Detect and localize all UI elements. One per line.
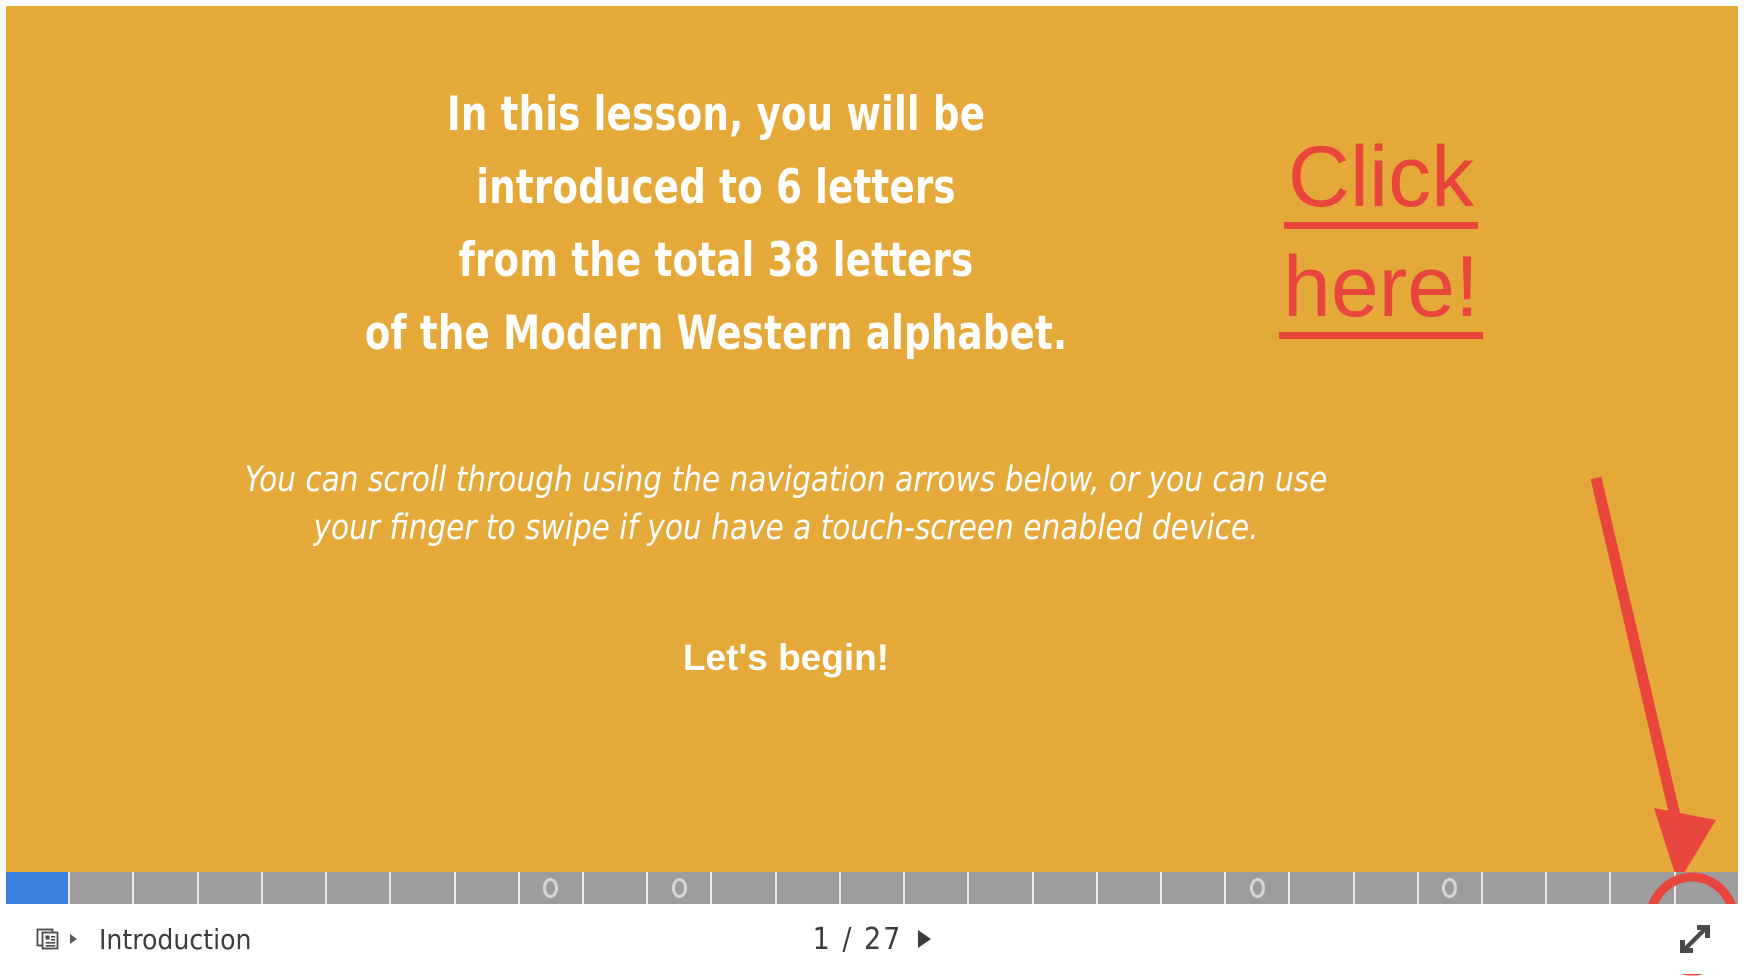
- progress-segment-27[interactable]: [1676, 872, 1738, 904]
- page-counter: 1 / 27: [812, 921, 903, 957]
- page-frame-right: [1738, 0, 1744, 980]
- annotation-line-click: Click: [1283, 134, 1479, 229]
- viewer-toolbar: Introduction 1 / 27: [6, 904, 1738, 974]
- headline-line-4: of the Modern Western alphabet.: [364, 306, 1068, 361]
- progress-segment-4[interactable]: [199, 872, 263, 904]
- progress-marker-circle-icon: [671, 878, 687, 898]
- slide-headline: In this lesson, you will be introduced t…: [250, 78, 1183, 370]
- page-frame-top: [0, 0, 1744, 6]
- progress-segment-19[interactable]: [1162, 872, 1227, 904]
- headline-line-1: In this lesson, you will be: [446, 87, 986, 142]
- progress-segment-12[interactable]: [712, 872, 777, 904]
- slide-progress-bar[interactable]: [6, 872, 1738, 904]
- progress-segment-23[interactable]: [1419, 872, 1484, 904]
- progress-segment-2[interactable]: [70, 872, 135, 904]
- progress-segment-9[interactable]: [520, 872, 584, 904]
- annotation-line-here: here!: [1278, 244, 1484, 339]
- click-here-row-1: Click: [1231, 134, 1531, 246]
- progress-segment-15[interactable]: [905, 872, 970, 904]
- progress-segment-1[interactable]: [6, 872, 71, 904]
- progress-segment-18[interactable]: [1098, 872, 1162, 904]
- slide-canvas[interactable]: In this lesson, you will be introduced t…: [6, 6, 1738, 872]
- progress-segment-8[interactable]: [456, 872, 520, 904]
- next-slide-button[interactable]: [918, 930, 932, 948]
- toolbar-right-group: [1672, 916, 1718, 962]
- slide-cta-text: Let's begin!: [682, 637, 890, 678]
- toolbar-center-group: 1 / 27: [6, 922, 1738, 957]
- progress-segment-16[interactable]: [969, 872, 1034, 904]
- progress-segment-21[interactable]: [1290, 872, 1355, 904]
- red-pointer-arrow-icon: [1590, 476, 1716, 872]
- progress-segment-26[interactable]: [1611, 872, 1676, 904]
- fullscreen-expand-icon[interactable]: [1672, 916, 1718, 962]
- progress-segment-7[interactable]: [391, 872, 456, 904]
- progress-segment-13[interactable]: [777, 872, 841, 904]
- click-here-row-2: here!: [1231, 244, 1531, 356]
- progress-segment-25[interactable]: [1547, 872, 1612, 904]
- presentation-viewer: In this lesson, you will be introduced t…: [0, 0, 1744, 980]
- progress-marker-circle-icon: [543, 878, 559, 898]
- progress-segment-3[interactable]: [134, 872, 199, 904]
- progress-segment-24[interactable]: [1483, 872, 1548, 904]
- progress-segment-22[interactable]: [1355, 872, 1419, 904]
- progress-segment-11[interactable]: [648, 872, 713, 904]
- headline-line-3: from the total 38 letters: [458, 233, 974, 288]
- progress-segment-10[interactable]: [584, 872, 649, 904]
- progress-segment-6[interactable]: [327, 872, 392, 904]
- slide-instructions: You can scroll through using the navigat…: [156, 456, 1416, 552]
- page-frame-left: [0, 0, 6, 980]
- progress-marker-circle-icon: [1249, 878, 1265, 898]
- progress-segment-5[interactable]: [263, 872, 328, 904]
- click-here-annotation: Click here!: [1231, 134, 1531, 356]
- progress-marker-circle-icon: [1442, 878, 1458, 898]
- progress-segment-20[interactable]: [1226, 872, 1291, 904]
- instructions-line-1: You can scroll through using the navigat…: [244, 460, 1328, 500]
- instructions-line-2: your finger to swipe if you have a touch…: [313, 508, 1259, 548]
- headline-line-2: introduced to 6 letters: [476, 160, 956, 215]
- progress-segment-17[interactable]: [1034, 872, 1098, 904]
- progress-segment-14[interactable]: [841, 872, 906, 904]
